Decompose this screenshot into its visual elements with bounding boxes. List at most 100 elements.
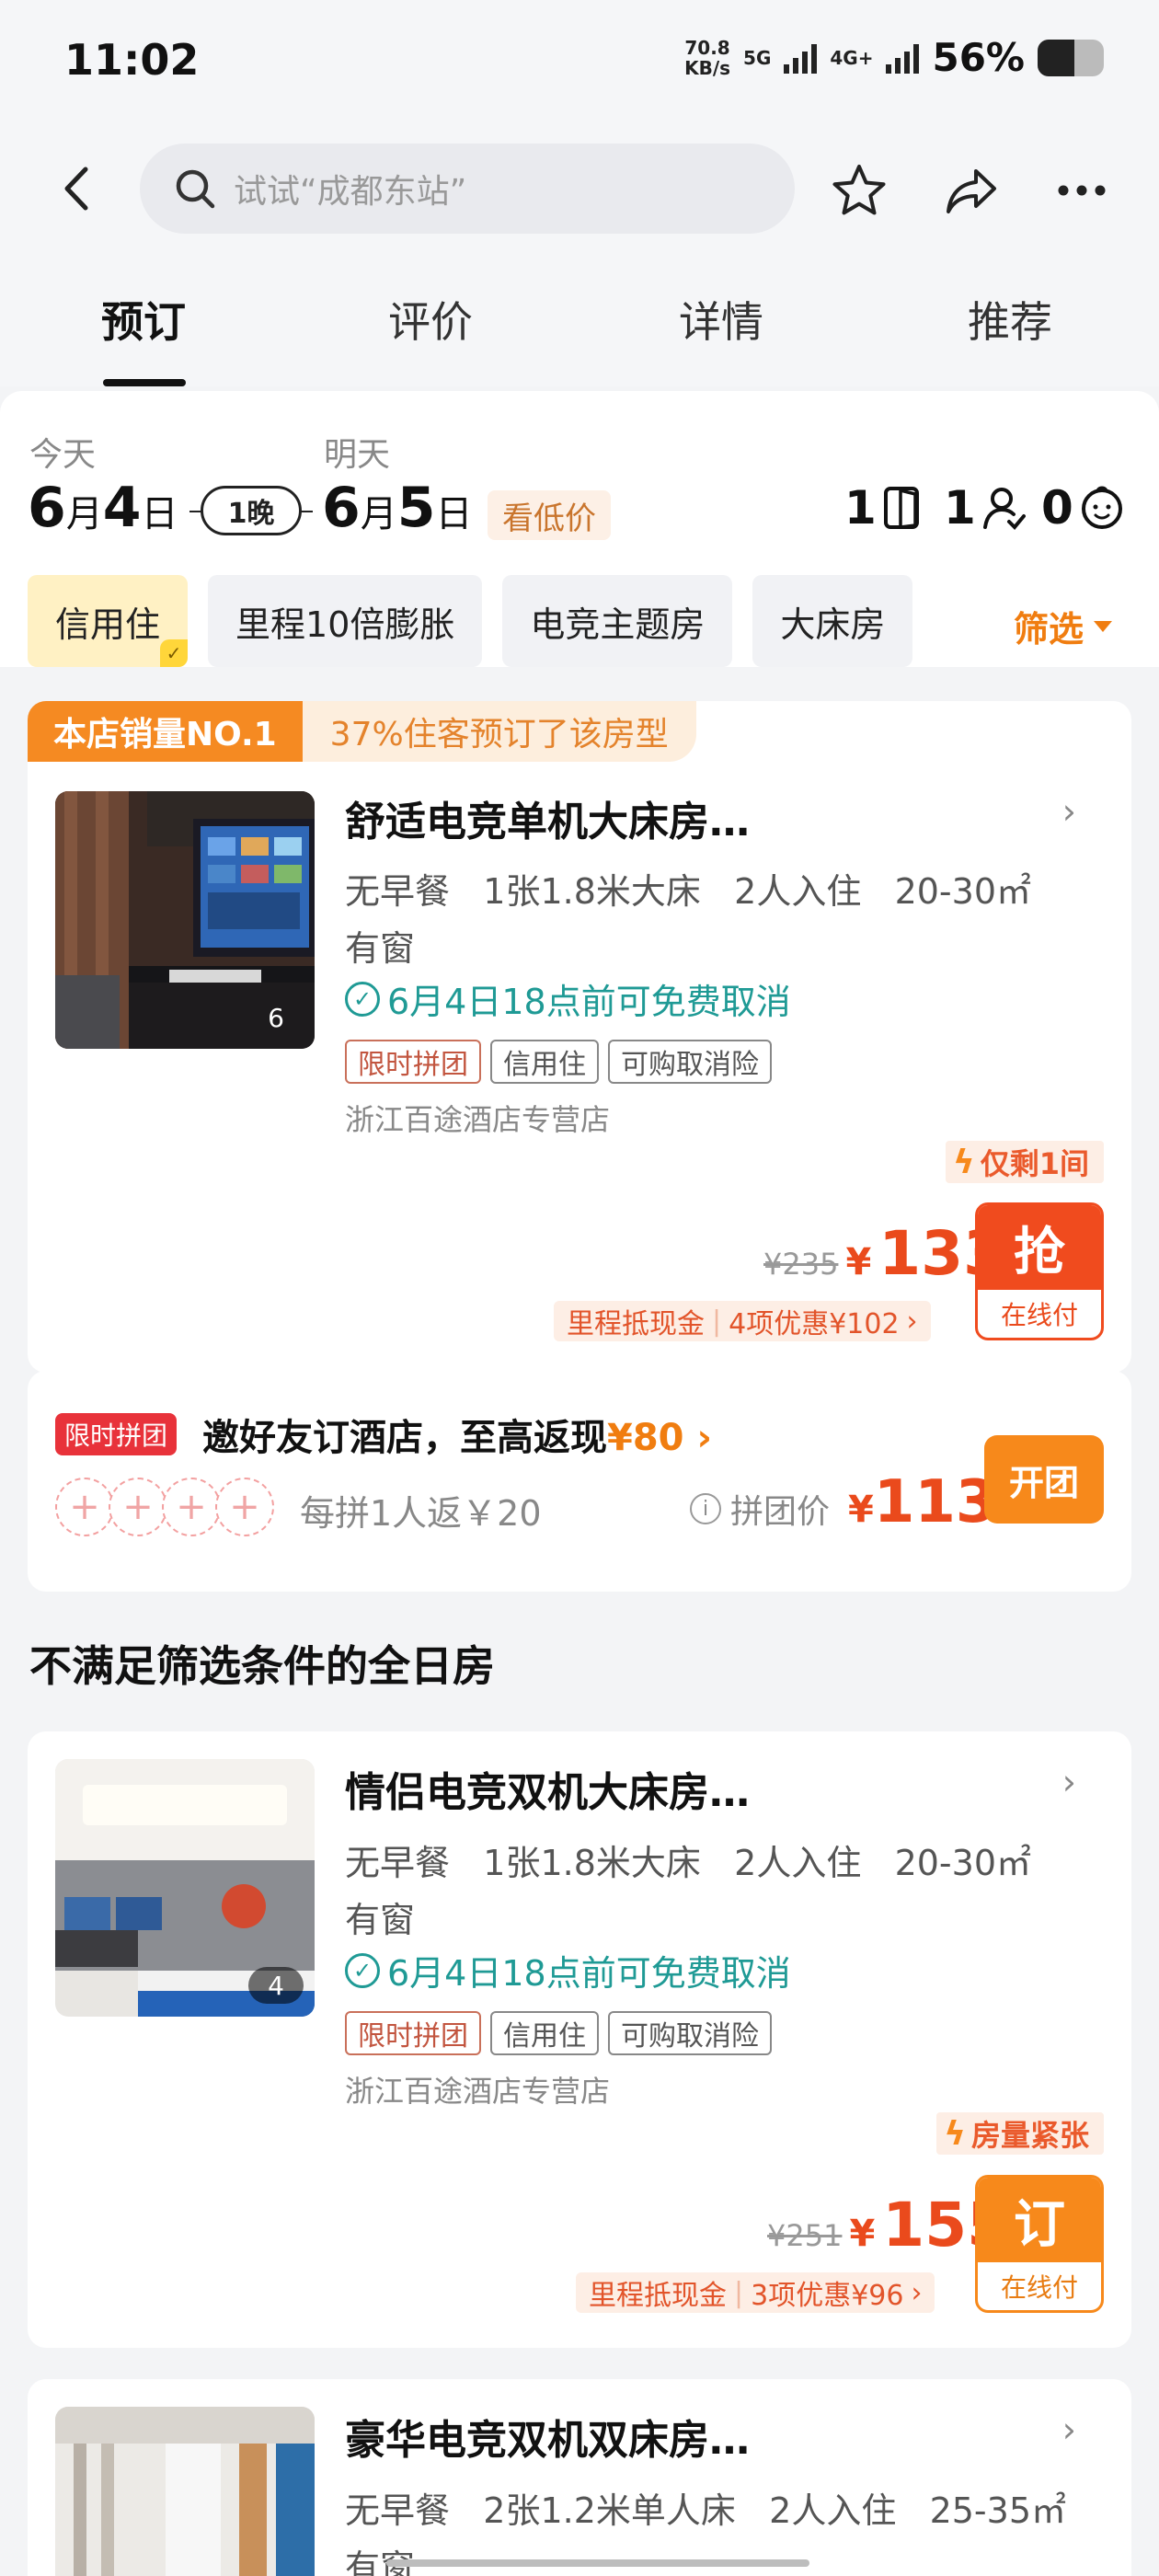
status-icons: 70.8 KB/s 5G 4G+ 56% [684,35,1104,80]
favorite-button[interactable] [830,161,889,220]
share-icon [947,169,996,213]
discount-info[interactable]: 里程抵现金 | 4项优惠¥102 › [554,1301,931,1341]
room-tags: 限时拼团 信用住 可购取消险 [345,2011,772,2055]
adult-count[interactable]: 1 [944,481,1026,535]
tag-cancel-insurance: 可购取消险 [608,1040,772,1084]
signal-5g-icon [784,42,818,74]
door-icon [883,487,919,529]
start-group-button[interactable]: 开团 [984,1435,1104,1524]
chip-esports-theme[interactable]: 电竞主题房 [502,575,733,667]
caret-down-icon [1094,620,1112,632]
room-name[interactable]: 情侣电竞双机大床房… [345,1759,750,1818]
check-circle-icon: ✓ [345,981,380,1017]
booking-percent-badge: 37%住客预订了该房型 [302,701,696,762]
low-price-link[interactable]: 看低价 [488,490,611,540]
status-bar: 11:02 70.8 KB/s 5G 4G+ 56% [0,0,1159,129]
room-photo[interactable] [55,2407,315,2576]
adult-icon [982,488,1026,530]
group-slots: + + + + [55,1478,274,1536]
original-price: ¥251 [767,2218,843,2253]
chip-king-bed[interactable]: 大床房 [752,575,913,667]
urgency-badge: ϟ 仅剩1间 [945,1141,1104,1183]
info-icon: i [690,1493,721,1524]
lightning-icon: ϟ [944,2114,966,2153]
child-count[interactable]: 0 [1041,481,1125,535]
chevron-right-icon[interactable]: › [1062,2409,1076,2450]
tab-reviews[interactable]: 评价 [388,289,473,350]
room-photo-image [55,2407,315,2576]
network-4g-label: 4G+ [830,46,874,69]
room-card[interactable]: 豪华电竞双机双床房… › 无早餐 2张1.2米单人床 2人入住 25-35㎡ 有… [28,2379,1131,2576]
tab-details[interactable]: 详情 [679,289,763,350]
group-buy-title[interactable]: 邀好友订酒店，至高返现¥80 › [202,1408,712,1461]
price: ¥251 ¥ 155 [767,2190,1010,2260]
room-specs: 无早餐 2张1.2米单人床 2人入住 25-35㎡ [345,2490,1066,2531]
room-photo[interactable]: 6 [55,791,315,1049]
shop-name: 浙江百途酒店专营店 [345,2074,611,2109]
network-5g-label: 5G [743,46,772,69]
group-price-label[interactable]: i 拼团价 [690,1485,830,1533]
room-count[interactable]: 1 [844,481,924,535]
group-price: ¥113 [848,1468,997,1536]
photo-count: 4 [248,1967,304,2004]
chevron-right-icon: › [906,1305,918,1338]
child-icon [1081,486,1122,529]
room-card[interactable]: 本店销量NO.1 37%住客预订了该房型 6 舒适电竞单机大床房… › 无早餐 … [28,701,1131,1373]
plus-icon: + [109,1478,167,1536]
room-card[interactable]: 4 情侣电竞双机大床房… › 无早餐 1张1.8米大床 2人入住 20-30㎡ … [28,1731,1131,2348]
more-icon [1058,185,1106,196]
tab-bar: 预订 评价 详情 推荐 [0,248,1159,386]
chip-mileage[interactable]: 里程10倍膨胀 [208,575,483,667]
discount-info[interactable]: 里程抵现金 | 3项优惠¥96 › [576,2272,935,2313]
room-name[interactable]: 舒适电竞单机大床房… [345,788,750,847]
check-circle-icon: ✓ [345,1952,380,1988]
book-button[interactable]: 抢 在线付 [975,1202,1104,1340]
search-icon [176,169,215,209]
booking-options: 今天 明天 6月4日 1晚 6月5日 看低价 1 1 0 信用住 ✓ 里程10倍… [0,391,1159,667]
free-cancel: ✓ 6月4日18点前可免费取消 [345,973,791,1024]
battery-percent: 56% [932,35,1025,80]
checkout-label: 明天 [324,436,391,474]
tag-group-buy: 限时拼团 [345,2011,481,2055]
room-specs: 无早餐 1张1.8米大床 2人入住 20-30㎡ [345,1843,1031,1883]
search-placeholder: 试试“成都东站” [234,173,467,211]
tag-group-buy: 限时拼团 [345,1040,481,1084]
signal-4g-icon [886,42,920,74]
room-name[interactable]: 豪华电竞双机双床房… [345,2407,750,2466]
top-nav: 试试“成都东站” [0,129,1159,248]
search-input[interactable]: 试试“成都东站” [140,144,795,234]
filter-button[interactable]: 筛选 [1014,601,1113,651]
tab-recommend[interactable]: 推荐 [968,289,1052,350]
checkin-date[interactable]: 6月4日 [28,476,178,540]
checkout-date[interactable]: 6月5日 [322,476,473,540]
room-window: 有窗 [345,1900,416,1940]
book-button[interactable]: 订 在线付 [975,2175,1104,2313]
room-specs: 无早餐 1张1.8米大床 2人入住 20-30㎡ [345,871,1031,912]
lightning-icon: ϟ [952,1143,975,1181]
chevron-right-icon[interactable]: › [1062,1762,1076,1802]
chevron-right-icon: › [696,1417,712,1459]
network-speed: 70.8 KB/s [684,36,731,79]
original-price: ¥235 [763,1247,839,1282]
home-indicator[interactable] [386,2559,809,2567]
group-buy-badge: 限时拼团 [55,1413,178,1455]
filter-chips: 信用住 ✓ 里程10倍膨胀 电竞主题房 大床房 [28,575,913,667]
active-tab-indicator [103,379,186,386]
back-button[interactable] [57,166,94,212]
battery-icon [1038,39,1104,76]
urgency-badge: ϟ 房量紧张 [936,2112,1104,2155]
status-time: 11:02 [64,35,200,85]
plus-icon: + [162,1478,221,1536]
share-button[interactable] [942,161,1001,220]
room-photo[interactable]: 4 [55,1759,315,2017]
plus-icon: + [215,1478,274,1536]
tab-booking[interactable]: 预订 [101,289,186,350]
shop-name: 浙江百途酒店专营店 [345,1102,611,1137]
chevron-right-icon[interactable]: › [1062,791,1076,832]
room-tags: 限时拼团 信用住 可购取消险 [345,1040,772,1084]
more-button[interactable] [1052,161,1111,220]
checkin-label: 今天 [29,436,97,474]
group-buy-card[interactable]: 限时拼团 邀好友订酒店，至高返现¥80 › + + + + 每拼1人返￥20 i… [28,1371,1131,1592]
chip-credit-stay[interactable]: 信用住 ✓ [28,575,189,667]
nights-count[interactable]: 1晚 [201,486,302,535]
